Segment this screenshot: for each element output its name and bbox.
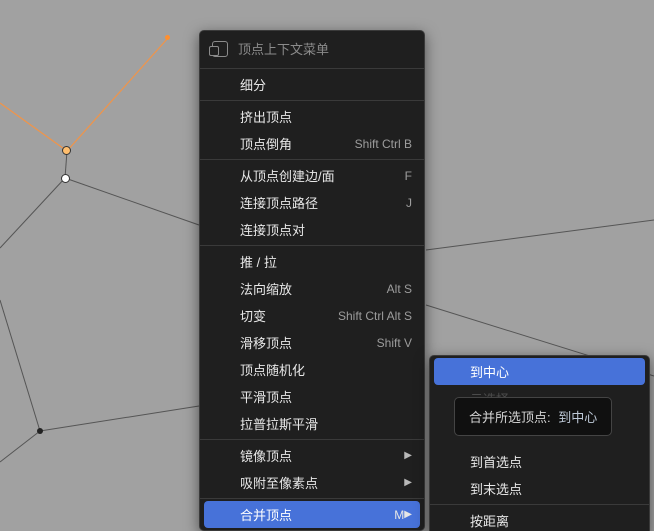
item-merge[interactable]: 合并顶点 M ▶ [204,501,420,528]
item-at-first[interactable]: 到首选点 [430,448,649,475]
item-randomize[interactable]: 顶点随机化 [200,356,424,383]
vertex-selected [61,174,70,183]
tooltip-value: 到中心 [558,410,597,425]
separator [200,498,424,499]
item-new-edge-face[interactable]: 从顶点创建边/面 F [200,162,424,189]
item-at-last[interactable]: 到末选点 [430,475,649,502]
separator [200,439,424,440]
vertex-active [62,146,71,155]
item-connect-pair[interactable]: 连接顶点对 [200,216,424,243]
vertex-unselected [165,35,170,40]
item-subdivide[interactable]: 细分 [200,71,424,98]
item-at-center[interactable]: 到中心 [434,358,645,385]
item-bevel[interactable]: 顶点倒角 Shift Ctrl B [200,130,424,157]
item-by-distance[interactable]: 按距离 [430,507,649,531]
vertex-context-menu: 顶点上下文菜单 细分 挤出顶点 顶点倒角 Shift Ctrl B 从顶点创建边… [199,30,425,531]
merge-submenu: 到中心 云选择 到首选点 到末选点 按距离 [429,355,650,531]
item-laplacian[interactable]: 拉普拉斯平滑 [200,410,424,437]
context-menu-icon [212,41,228,57]
separator [200,245,424,246]
item-smooth[interactable]: 平滑顶点 [200,383,424,410]
separator [200,159,424,160]
item-mirror[interactable]: 镜像顶点 ▶ [200,442,424,469]
separator [200,68,424,69]
vertex-point [37,428,43,434]
item-slide[interactable]: 滑移顶点 Shift V [200,329,424,356]
chevron-right-icon: ▶ [404,450,412,461]
tooltip-prefix: 合并所选顶点: [469,410,551,425]
item-shrink-fatten[interactable]: 法向缩放 Alt S [200,275,424,302]
item-shear[interactable]: 切变 Shift Ctrl Alt S [200,302,424,329]
chevron-right-icon: ▶ [404,509,412,520]
item-push-pull[interactable]: 推 / 拉 [200,248,424,275]
chevron-right-icon: ▶ [404,477,412,488]
item-extrude[interactable]: 挤出顶点 [200,103,424,130]
tooltip: 合并所选顶点: 到中心 [454,397,612,436]
item-snap[interactable]: 吸附至像素点 ▶ [200,469,424,496]
menu-title: 顶点上下文菜单 [238,39,329,58]
separator [200,100,424,101]
menu-header: 顶点上下文菜单 [200,33,424,66]
item-connect-path[interactable]: 连接顶点路径 J [200,189,424,216]
separator [430,504,649,505]
